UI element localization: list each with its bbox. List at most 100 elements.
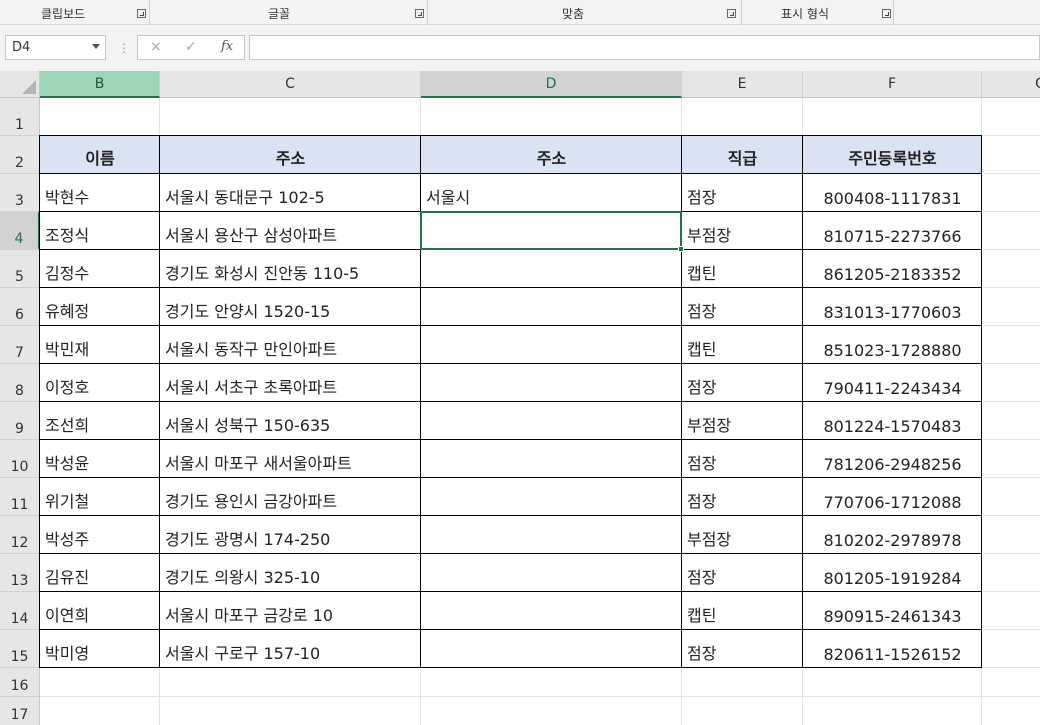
chevron-down-icon[interactable]: [92, 44, 100, 49]
table-cell[interactable]: 박미영: [40, 630, 160, 668]
table-cell[interactable]: 경기도 용인시 금강아파트: [160, 478, 421, 516]
table-cell[interactable]: 서울시 마포구 금강로 10: [160, 592, 421, 630]
table-cell[interactable]: 조정식: [40, 212, 160, 250]
table-cell[interactable]: 890915-2461343: [803, 592, 982, 630]
table-cell[interactable]: 점장: [682, 554, 803, 592]
row-header-3[interactable]: 3: [0, 174, 40, 212]
table-cell[interactable]: 캡틴: [682, 592, 803, 630]
table-cell[interactable]: 점장: [682, 630, 803, 668]
table-cell[interactable]: 서울시 동대문구 102-5: [160, 174, 421, 212]
row-header-12[interactable]: 12: [0, 516, 40, 554]
table-cell[interactable]: 김유진: [40, 554, 160, 592]
table-cell[interactable]: [421, 554, 682, 592]
column-header-g[interactable]: G: [982, 71, 1040, 98]
formula-input[interactable]: [249, 35, 1040, 60]
table-cell[interactable]: 점장: [682, 174, 803, 212]
table-cell[interactable]: 810202-2978978: [803, 516, 982, 554]
table-cell[interactable]: 851023-1728880: [803, 326, 982, 364]
row-header-10[interactable]: 10: [0, 440, 40, 478]
table-cell[interactable]: 박성주: [40, 516, 160, 554]
column-header-b[interactable]: B: [40, 71, 160, 98]
active-cell-selection[interactable]: [420, 211, 682, 250]
table-cell[interactable]: [421, 288, 682, 326]
dialog-launcher-icon[interactable]: [882, 9, 891, 18]
table-cell[interactable]: 점장: [682, 364, 803, 402]
table-header-cell[interactable]: 주소: [160, 136, 421, 174]
table-cell[interactable]: [421, 402, 682, 440]
table-cell[interactable]: 이정호: [40, 364, 160, 402]
dialog-launcher-icon[interactable]: [727, 9, 736, 18]
table-cell[interactable]: 790411-2243434: [803, 364, 982, 402]
table-cell[interactable]: 점장: [682, 440, 803, 478]
insert-function-button[interactable]: fx: [221, 39, 233, 54]
table-cell[interactable]: 서울시 용산구 삼성아파트: [160, 212, 421, 250]
row-header-2[interactable]: 2: [0, 136, 40, 174]
table-cell[interactable]: 801205-1919284: [803, 554, 982, 592]
table-header-cell[interactable]: 직급: [682, 136, 803, 174]
table-cell[interactable]: 캡틴: [682, 250, 803, 288]
table-cell[interactable]: 서울시 구로구 157-10: [160, 630, 421, 668]
table-cell[interactable]: 831013-1770603: [803, 288, 982, 326]
table-cell[interactable]: [421, 478, 682, 516]
table-cell[interactable]: 경기도 화성시 진안동 110-5: [160, 250, 421, 288]
enter-icon[interactable]: ✓: [185, 39, 197, 55]
table-cell[interactable]: 801224-1570483: [803, 402, 982, 440]
table-cell[interactable]: 이연희: [40, 592, 160, 630]
table-cell[interactable]: 캡틴: [682, 326, 803, 364]
column-header-c[interactable]: C: [160, 71, 421, 98]
drag-handle-icon[interactable]: ⋮: [118, 41, 130, 55]
table-cell[interactable]: 서울시 서초구 초록아파트: [160, 364, 421, 402]
table-cell[interactable]: 유혜정: [40, 288, 160, 326]
table-header-cell[interactable]: 주민등록번호: [803, 136, 982, 174]
table-cell[interactable]: 800408-1117831: [803, 174, 982, 212]
name-box[interactable]: D4: [5, 35, 106, 60]
table-cell[interactable]: [421, 440, 682, 478]
table-cell[interactable]: 김정수: [40, 250, 160, 288]
table-cell[interactable]: 경기도 광명시 174-250: [160, 516, 421, 554]
table-cell[interactable]: 조선희: [40, 402, 160, 440]
table-cell[interactable]: 위기철: [40, 478, 160, 516]
row-header-6[interactable]: 6: [0, 288, 40, 326]
dialog-launcher-icon[interactable]: [415, 9, 424, 18]
table-cell[interactable]: [421, 630, 682, 668]
row-header-13[interactable]: 13: [0, 554, 40, 592]
table-cell[interactable]: 861205-2183352: [803, 250, 982, 288]
row-header-17[interactable]: 17: [0, 697, 40, 725]
table-cell[interactable]: [421, 364, 682, 402]
row-header-8[interactable]: 8: [0, 364, 40, 402]
table-cell[interactable]: 박성윤: [40, 440, 160, 478]
row-header-14[interactable]: 14: [0, 592, 40, 630]
table-header-cell[interactable]: 주소: [421, 136, 682, 174]
table-cell[interactable]: 810715-2273766: [803, 212, 982, 250]
table-cell[interactable]: 박현수: [40, 174, 160, 212]
row-header-11[interactable]: 11: [0, 478, 40, 516]
table-cell[interactable]: 서울시 성북구 150-635: [160, 402, 421, 440]
table-cell[interactable]: [421, 250, 682, 288]
table-cell[interactable]: 점장: [682, 478, 803, 516]
table-cell[interactable]: 770706-1712088: [803, 478, 982, 516]
table-cell[interactable]: 부점장: [682, 212, 803, 250]
row-header-16[interactable]: 16: [0, 668, 40, 697]
row-header-4[interactable]: 4: [0, 212, 40, 250]
table-cell[interactable]: 박민재: [40, 326, 160, 364]
table-cell[interactable]: 서울시: [421, 174, 682, 212]
table-cell[interactable]: 781206-2948256: [803, 440, 982, 478]
table-cell[interactable]: 부점장: [682, 516, 803, 554]
select-all-button[interactable]: [0, 71, 40, 98]
column-header-e[interactable]: E: [682, 71, 803, 98]
table-cell[interactable]: 경기도 안양시 1520-15: [160, 288, 421, 326]
table-cell[interactable]: 서울시 마포구 새서울아파트: [160, 440, 421, 478]
row-header-9[interactable]: 9: [0, 402, 40, 440]
table-cell[interactable]: 점장: [682, 288, 803, 326]
column-header-d[interactable]: D: [421, 71, 682, 98]
cancel-icon[interactable]: ×: [150, 39, 162, 55]
fill-handle[interactable]: [678, 246, 684, 252]
row-header-15[interactable]: 15: [0, 630, 40, 668]
table-cell[interactable]: 경기도 의왕시 325-10: [160, 554, 421, 592]
row-header-7[interactable]: 7: [0, 326, 40, 364]
column-header-f[interactable]: F: [803, 71, 982, 98]
dialog-launcher-icon[interactable]: [137, 9, 146, 18]
table-cell[interactable]: 부점장: [682, 402, 803, 440]
table-cell[interactable]: [421, 326, 682, 364]
table-cell[interactable]: [421, 592, 682, 630]
